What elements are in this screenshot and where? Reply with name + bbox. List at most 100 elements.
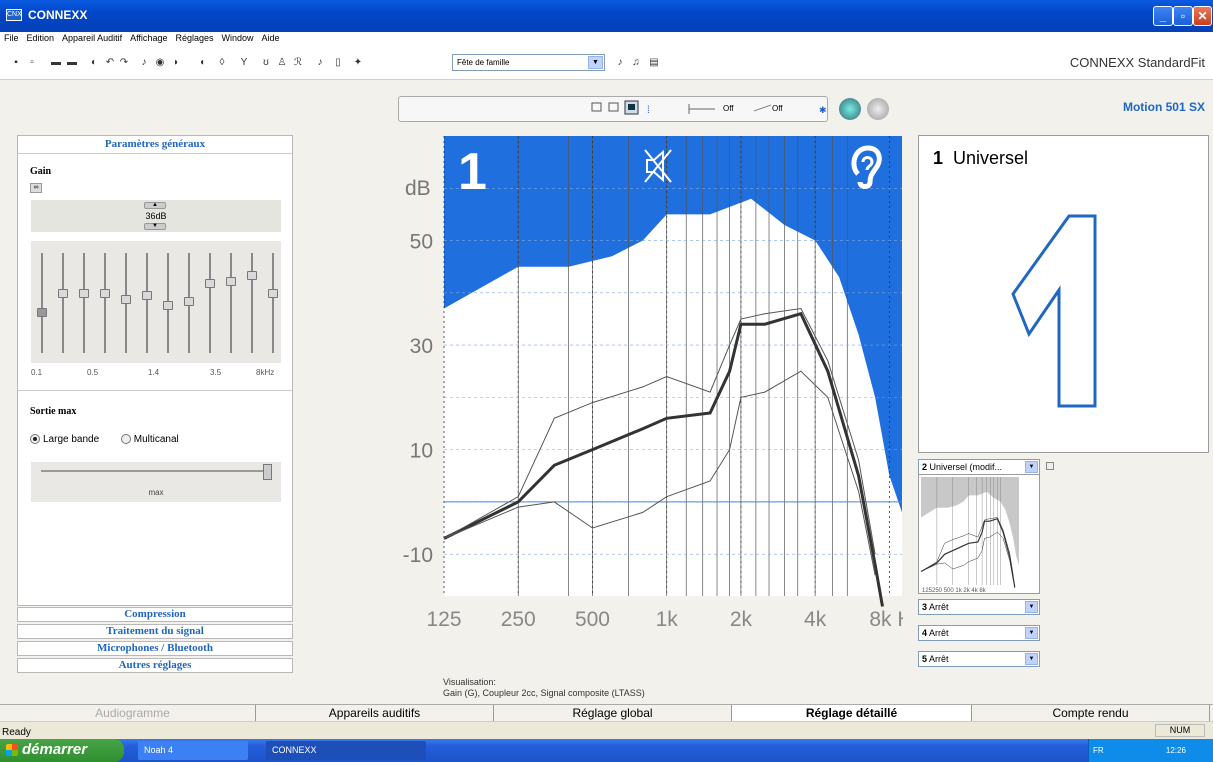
channel-slider[interactable] xyxy=(58,253,68,353)
slider-knob[interactable] xyxy=(184,297,194,306)
music-icon[interactable]: ♪ xyxy=(614,57,626,69)
redo-icon[interactable]: ↷ xyxy=(118,57,130,69)
taskbar-item-noah[interactable]: Noah 4 xyxy=(138,741,248,760)
large-band-radio[interactable] xyxy=(30,434,40,445)
channel-slider[interactable] xyxy=(142,253,152,353)
sound-button[interactable] xyxy=(867,98,889,120)
multichannel-radio[interactable] xyxy=(120,434,131,445)
program-slot-3[interactable]: 3 Arrêt ▼ xyxy=(918,599,1040,615)
slider-knob[interactable] xyxy=(79,289,89,298)
gain-value: 36dB xyxy=(145,211,167,221)
slider-knob[interactable] xyxy=(142,291,152,300)
sound-icon[interactable]: ♪ xyxy=(138,57,150,69)
slot-label: Arrêt xyxy=(929,602,949,612)
save-icon[interactable]: ▪ xyxy=(10,57,22,69)
program-slot-5[interactable]: 5 Arrêt ▼ xyxy=(918,651,1040,667)
chevron-down-icon[interactable]: ▼ xyxy=(588,56,603,69)
ear-icon[interactable] xyxy=(848,144,884,190)
start-button[interactable]: démarrer xyxy=(0,739,124,762)
general-params-header[interactable]: Paramètres généraux xyxy=(18,138,292,150)
walking-icon[interactable]: ℛ xyxy=(292,57,304,69)
menu-appareil-auditif[interactable]: Appareil Auditif xyxy=(58,32,126,43)
ear-right-icon[interactable]: ◖ xyxy=(196,57,208,69)
tab-compte-rendu[interactable]: Compte rendu xyxy=(972,705,1210,722)
channel-slider[interactable] xyxy=(37,253,47,353)
link-icon[interactable]: ∞ xyxy=(30,183,42,193)
channel-slider[interactable] xyxy=(205,253,215,353)
y-tick-label: 50 xyxy=(410,231,433,254)
signal-processing-section[interactable]: Traitement du signal xyxy=(17,624,293,639)
off-label-1: Off xyxy=(723,104,734,113)
other-settings-section[interactable]: Autres réglages xyxy=(17,658,293,673)
channel-slider[interactable] xyxy=(163,253,173,353)
slider-knob[interactable] xyxy=(100,289,110,298)
gain-down-button[interactable]: ▼ xyxy=(144,223,166,230)
close-button[interactable]: ✕ xyxy=(1193,6,1212,26)
party-icon[interactable]: ✦ xyxy=(352,57,364,69)
mini-program-chart[interactable]: 125250 500 1k 2k 4k 8k xyxy=(918,474,1040,594)
undo-icon[interactable]: ↶ xyxy=(104,57,116,69)
chevron-down-icon[interactable]: ▼ xyxy=(1025,601,1038,613)
program-slot-4[interactable]: 4 Arrêt ▼ xyxy=(918,625,1040,641)
menu-edition[interactable]: Edition xyxy=(23,32,59,43)
settings-music-icon[interactable]: ♫ xyxy=(630,57,642,69)
music-note-icon[interactable]: ♪ xyxy=(314,57,326,69)
test-icon[interactable]: ʊ xyxy=(260,57,272,69)
compression-section[interactable]: Compression xyxy=(17,607,293,622)
gain-stepper[interactable]: ▲ 36dB ▼ xyxy=(31,200,281,232)
menu-reglages[interactable]: Réglages xyxy=(171,32,217,43)
mute-icon[interactable] xyxy=(643,146,673,186)
freq-axis-labels: 0.1 0.5 1.4 3.5 8kHz xyxy=(31,368,281,380)
minimize-button[interactable]: _ xyxy=(1153,6,1173,26)
channel-slider[interactable] xyxy=(100,253,110,353)
tab-audiogramme[interactable]: Audiogramme xyxy=(10,705,256,722)
save-program-icon[interactable]: ▤ xyxy=(648,57,660,69)
slider-knob[interactable] xyxy=(205,279,215,288)
program-panel[interactable]: 1 Universel xyxy=(918,135,1209,453)
chevron-down-icon[interactable]: ▼ xyxy=(1025,627,1038,639)
language-indicator[interactable]: FR xyxy=(1093,746,1104,755)
menu-window[interactable]: Window xyxy=(218,32,258,43)
slider-knob[interactable] xyxy=(121,295,131,304)
slider-knob[interactable] xyxy=(163,301,173,310)
channel-slider[interactable] xyxy=(268,253,278,353)
target-icon[interactable]: ◉ xyxy=(154,57,166,69)
microphones-bluetooth-section[interactable]: Microphones / Bluetooth xyxy=(17,641,293,656)
open-folder-icon[interactable]: ▬ xyxy=(50,57,62,69)
channel-slider[interactable] xyxy=(121,253,131,353)
tab-reglage-global[interactable]: Réglage global xyxy=(494,705,732,722)
slider-knob[interactable] xyxy=(247,271,257,280)
hearing-aid-icon[interactable]: ◐ xyxy=(88,57,100,69)
slider-knob[interactable] xyxy=(58,289,68,298)
tab-appareils-auditifs[interactable]: Appareils auditifs xyxy=(256,705,494,722)
ear-icon[interactable]: ◗ xyxy=(170,57,182,69)
slider-knob[interactable] xyxy=(37,308,47,317)
tuning-fork-icon[interactable]: Y xyxy=(238,57,250,69)
person-icon[interactable]: ♙ xyxy=(276,57,288,69)
channel-slider[interactable] xyxy=(184,253,194,353)
menu-file[interactable]: File xyxy=(0,32,23,43)
menu-aide[interactable]: Aide xyxy=(258,32,284,43)
feedback-icon[interactable]: ◊ xyxy=(216,57,228,69)
channel-slider[interactable] xyxy=(247,253,257,353)
taskbar-item-connexx[interactable]: CONNEXX xyxy=(266,741,426,760)
program-select[interactable]: Fête de famille ▼ xyxy=(452,54,605,71)
slider-knob[interactable] xyxy=(268,289,278,298)
channel-slider[interactable] xyxy=(226,253,236,353)
slider-knob[interactable] xyxy=(226,277,236,286)
copy-icon[interactable] xyxy=(1046,462,1054,470)
document-icon[interactable]: ▯ xyxy=(332,57,344,69)
slider-knob[interactable] xyxy=(263,464,272,480)
new-file-icon[interactable]: ▫ xyxy=(26,57,38,69)
program-slot-2[interactable]: 2 Universel (modif... ▼ xyxy=(918,459,1040,475)
channel-slider[interactable] xyxy=(79,253,89,353)
folder-icon[interactable]: ▬ xyxy=(66,57,78,69)
listen-button[interactable] xyxy=(839,98,861,120)
gain-up-button[interactable]: ▲ xyxy=(144,202,166,209)
menu-affichage[interactable]: Affichage xyxy=(126,32,171,43)
max-output-slider[interactable]: max xyxy=(31,462,281,502)
chevron-down-icon[interactable]: ▼ xyxy=(1025,461,1038,473)
maximize-button[interactable]: ▫ xyxy=(1173,6,1193,26)
tab-reglage-detaille[interactable]: Réglage détaillé xyxy=(732,705,972,722)
chevron-down-icon[interactable]: ▼ xyxy=(1025,653,1038,665)
